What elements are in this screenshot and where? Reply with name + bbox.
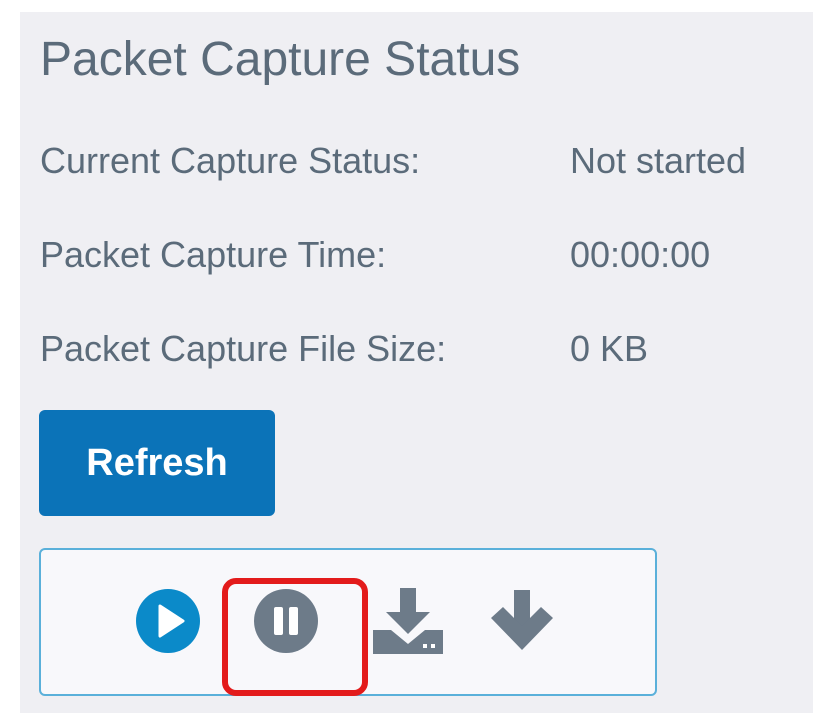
play-icon <box>136 589 200 653</box>
packet-capture-file-size-label: Packet Capture File Size: <box>40 328 447 369</box>
packet-capture-status-panel: Packet Capture Status Current Capture St… <box>20 12 813 713</box>
arrow-down-icon <box>491 590 553 650</box>
packet-capture-file-size-value: 0 KB <box>570 328 649 369</box>
current-capture-status-label: Current Capture Status: <box>40 140 421 181</box>
pause-icon <box>254 589 318 653</box>
download-to-device-button[interactable] <box>371 586 445 656</box>
download-button[interactable] <box>487 588 557 658</box>
capture-toolbar <box>39 548 657 696</box>
refresh-button[interactable]: Refresh <box>39 410 275 516</box>
page-title: Packet Capture Status <box>40 33 521 86</box>
start-capture-button[interactable] <box>135 588 201 654</box>
download-to-device-icon <box>373 588 443 654</box>
packet-capture-time-value: 00:00:00 <box>570 234 711 275</box>
current-capture-status-value: Not started <box>570 140 747 181</box>
packet-capture-time-label: Packet Capture Time: <box>40 234 387 275</box>
stop-capture-button[interactable] <box>253 588 319 654</box>
